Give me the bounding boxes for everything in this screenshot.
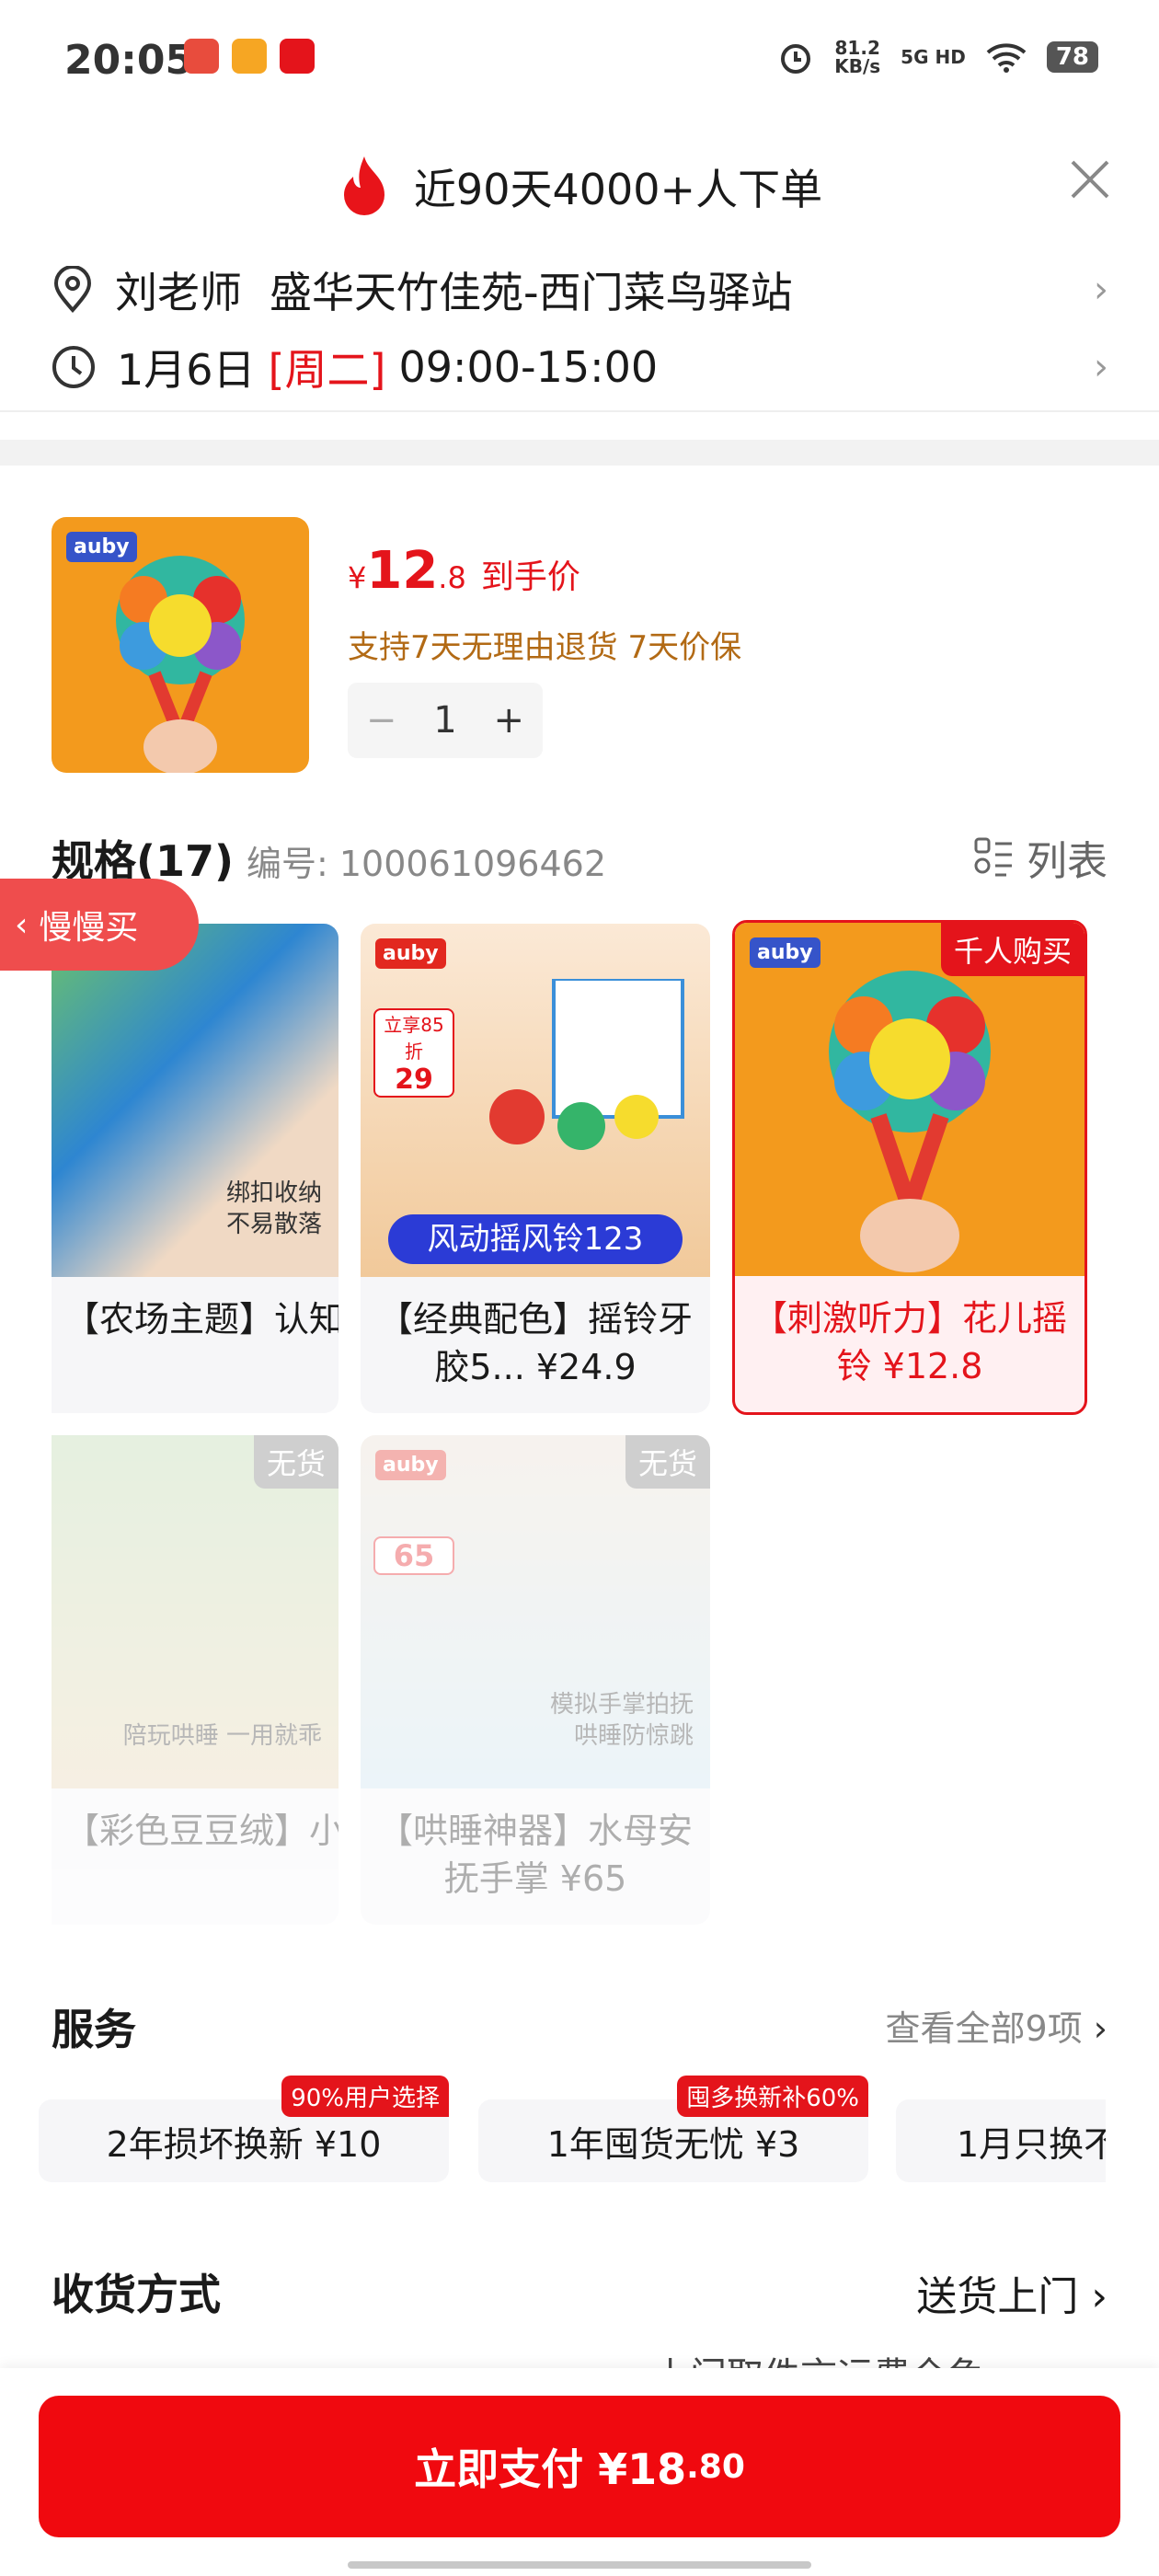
variant-image: auby 千人购买	[735, 923, 1084, 1276]
variant-card[interactable]: auby 立享85折 29 风动摇风铃123 【经典配色】摇铃牙胶5... ¥24…	[361, 924, 710, 1413]
status-app-icons	[184, 39, 315, 74]
service-option[interactable]: 90%用户选择 2年损坏换新 ¥10	[39, 2076, 449, 2182]
flame-icon	[343, 156, 384, 215]
brand-logo: auby	[375, 938, 446, 969]
status-time: 20:05	[64, 37, 194, 84]
product-price: ¥12.8 到手价	[348, 541, 580, 601]
delivery-date: 1月6日	[117, 345, 256, 395]
variant-image: auby 立享85折 29 风动摇风铃123	[361, 924, 710, 1277]
divider	[0, 410, 1159, 412]
receiver-name: 刘老师	[115, 268, 242, 317]
service-option[interactable]: 1月只换不修	[896, 2099, 1106, 2182]
service-tag: 囤多换新补60%	[677, 2076, 868, 2117]
app-notification-icon	[280, 39, 315, 74]
delivery-time-row[interactable]: 1月6日 [周二] 09:00-15:00 ›	[51, 337, 1108, 397]
out-of-stock-badge: 无货	[253, 1435, 339, 1489]
brand-logo: auby	[375, 1450, 446, 1480]
service-view-all[interactable]: 查看全部9项 ›	[886, 2000, 1107, 2051]
variant-image: 无货 陪玩哄睡 一用就乖	[52, 1435, 339, 1788]
chevron-right-icon: ›	[1091, 2273, 1107, 2320]
delivery-weekday: [周二]	[268, 345, 386, 395]
app-notification-icon	[232, 39, 267, 74]
quantity-value: 1	[433, 699, 457, 742]
pay-now-button[interactable]: 立即支付 ¥18.80	[39, 2396, 1120, 2537]
network-label: 5G HD	[901, 46, 966, 68]
app-notification-icon	[184, 39, 219, 74]
shipping-note: 上门取件言运费全免	[653, 2346, 984, 2370]
rattle-illustration	[829, 971, 991, 1272]
minus-icon[interactable]: −	[366, 699, 397, 742]
net-speed: 81.2 KB/s	[834, 37, 881, 77]
list-icon	[974, 837, 1012, 877]
popup-title: 近90天4000+人下单	[0, 155, 1159, 219]
variant-image: auby 无货 65 模拟手掌拍抚 哄睡防惊跳	[361, 1435, 710, 1788]
alarm-icon	[781, 44, 811, 74]
battery-indicator: 78	[1046, 41, 1098, 73]
shipping-method[interactable]: 送货上门 ›	[916, 2263, 1107, 2322]
variant-caption: 【彩色豆豆绒】小猴安抚巾 ¥27	[64, 1811, 339, 1851]
variant-image: 绑扣收纳 不易散落	[52, 924, 339, 1277]
location-pin-icon	[53, 266, 92, 314]
service-tag: 90%用户选择	[281, 2076, 449, 2117]
promo-banner: 风动摇风铃123	[388, 1214, 683, 1264]
spec-code: 编号: 100061096462	[247, 844, 607, 884]
chevron-left-icon: ‹	[15, 905, 29, 944]
variant-card-selected[interactable]: auby 千人购买 【刺激听力】花儿摇铃 ¥12.8	[732, 920, 1087, 1415]
chevron-right-icon: ›	[1094, 346, 1108, 388]
plus-icon[interactable]: +	[494, 699, 525, 742]
delivery-range: 09:00-15:00	[398, 342, 659, 392]
service-title: 服务	[52, 2005, 136, 2054]
out-of-stock-badge: 无货	[625, 1435, 710, 1489]
address-text: 盛华天竹佳苑-西门菜鸟驿站	[270, 268, 793, 317]
service-option[interactable]: 囤多换新补60% 1年囤货无忧 ¥3	[478, 2076, 868, 2182]
shipping-title: 收货方式	[52, 2270, 221, 2319]
toys-illustration	[489, 979, 684, 1150]
variant-caption: 【经典配色】摇铃牙胶5... ¥24.9	[377, 1299, 693, 1387]
status-indicators: 81.2 KB/s 5G HD 78	[777, 39, 1098, 75]
home-indicator[interactable]	[348, 2561, 811, 2569]
quantity-stepper[interactable]: − 1 +	[348, 683, 543, 758]
slow-buy-tab[interactable]: ‹ 慢慢买	[0, 879, 199, 971]
guarantee-text: 支持7天无理由退货 7天价保	[348, 629, 742, 666]
promo-tag: 立享85折 29	[373, 1008, 454, 1098]
variant-card[interactable]: 绑扣收纳 不易散落 【农场主题】认知撕撕书 ¥62.9	[52, 924, 339, 1413]
variant-caption: 【哄睡神器】水母安抚手掌 ¥65	[377, 1811, 693, 1899]
product-image: auby	[52, 517, 309, 773]
chevron-right-icon: ›	[1094, 269, 1108, 311]
address-row[interactable]: 刘老师 盛华天竹佳苑-西门菜鸟驿站 ›	[51, 259, 1108, 320]
wifi-icon	[986, 43, 1027, 73]
brand-logo: auby	[66, 532, 137, 562]
variant-card-unavailable[interactable]: 无货 陪玩哄睡 一用就乖 【彩色豆豆绒】小猴安抚巾 ¥27	[52, 1435, 339, 1925]
close-icon[interactable]	[1067, 156, 1113, 202]
chevron-right-icon: ›	[1093, 2008, 1107, 2049]
section-divider	[0, 440, 1159, 466]
variant-card-unavailable[interactable]: auby 无货 65 模拟手掌拍抚 哄睡防惊跳 【哄睡神器】水母安抚手掌 ¥65	[361, 1435, 710, 1925]
variant-caption: 【刺激听力】花儿摇铃 ¥12.8	[752, 1298, 1067, 1386]
clock-icon	[52, 346, 95, 388]
promo-tag: 65	[373, 1536, 454, 1575]
list-view-toggle[interactable]: 列表	[973, 828, 1107, 887]
variant-caption: 【农场主题】认知撕撕书 ¥62.9	[64, 1299, 339, 1340]
